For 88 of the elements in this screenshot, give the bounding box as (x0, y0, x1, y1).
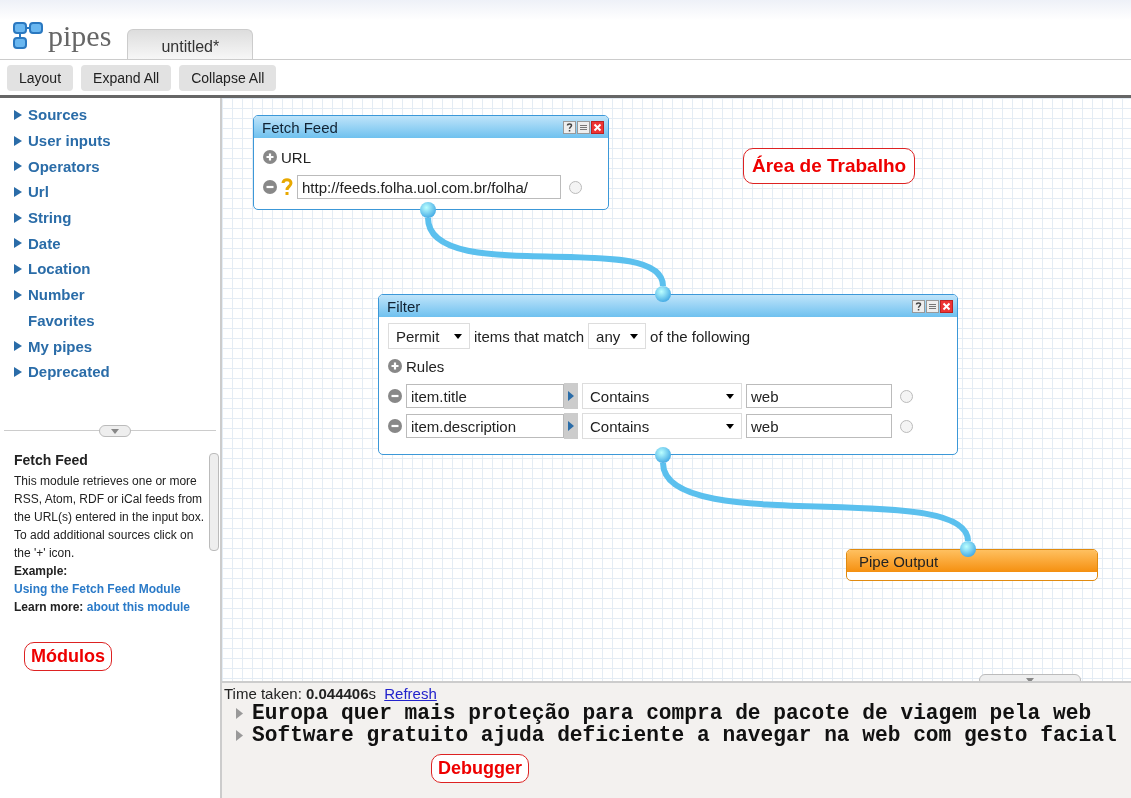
module-panel[interactable]: Pipe Output (846, 549, 1098, 581)
field-picker-icon[interactable] (564, 383, 578, 409)
expand-icon (14, 263, 22, 274)
feed-item-title[interactable]: Europa quer mais proteção para compra de pacote de viagem pela web (252, 702, 1092, 724)
url-field[interactable]: http://feeds.folha.uol.com.br/folha/ (297, 175, 561, 199)
example-label: Example: (14, 564, 68, 578)
collapse-handle[interactable] (99, 425, 131, 437)
rule-field[interactable]: item.description (406, 414, 564, 438)
toolbar-button[interactable]: Layout (7, 64, 74, 91)
caret-icon (630, 333, 639, 339)
expand-icon[interactable] (236, 707, 243, 719)
annotation-label: Área de Trabalho (743, 148, 916, 184)
add-icon[interactable] (388, 359, 402, 373)
category-item[interactable]: User inputs (14, 127, 220, 154)
help-link[interactable]: Using the Fetch Feed Module (14, 580, 181, 598)
help-icon[interactable] (563, 120, 576, 134)
category-item[interactable]: Deprecated (14, 358, 220, 385)
expand-icon (14, 212, 22, 223)
category-item[interactable]: Favorites (14, 307, 220, 334)
expand-icon (14, 109, 22, 120)
remove-icon[interactable] (263, 180, 277, 194)
remove-icon[interactable] (388, 419, 402, 433)
add-icon[interactable] (263, 150, 277, 164)
logo-icon (12, 21, 46, 51)
annotation-label: Debugger (431, 754, 529, 783)
category-item[interactable]: Date (14, 230, 220, 257)
toolbar-button[interactable]: Expand All (81, 64, 172, 91)
expand-icon (14, 135, 22, 146)
expand-icon (14, 341, 22, 352)
caret-icon (726, 423, 734, 429)
category-item[interactable]: String (14, 204, 220, 231)
input-port-icon[interactable] (569, 180, 582, 194)
tab[interactable]: untitled* (127, 29, 254, 59)
field-label: Rules (406, 357, 445, 375)
remove-icon[interactable] (388, 389, 402, 403)
input-port-icon[interactable] (900, 419, 913, 433)
category-item[interactable]: Operators (14, 153, 220, 180)
module-title: Filter (387, 297, 421, 315)
refresh-link[interactable]: Refresh (384, 685, 437, 702)
expand-icon (14, 366, 22, 377)
close-icon[interactable] (591, 120, 604, 134)
module-title: Fetch Feed (262, 118, 338, 136)
help-icon[interactable] (912, 299, 925, 313)
caret-icon (726, 393, 734, 399)
annotation-label: Módulos (24, 642, 112, 671)
caret-icon (454, 333, 462, 339)
question-icon (281, 178, 293, 196)
module-panel[interactable]: Fetch Feed URL http://feeds.folha.uol.com.br/folha/ (253, 115, 609, 210)
toolbar-button[interactable]: Collapse All (179, 64, 277, 91)
category-item[interactable]: Location (14, 256, 220, 282)
field-label: URL (281, 148, 311, 166)
filter-text: items that match (474, 327, 585, 345)
operator-dropdown[interactable]: Contains (582, 383, 742, 409)
expand-icon (14, 289, 22, 300)
category-item[interactable]: Number (14, 281, 220, 308)
minimize-icon[interactable] (926, 299, 939, 313)
close-icon[interactable] (940, 299, 953, 313)
input-port-icon[interactable] (960, 541, 976, 557)
learn-more-label: Learn more: (14, 600, 84, 614)
input-port-icon[interactable] (900, 389, 913, 403)
rule-value-field[interactable]: web (746, 384, 892, 408)
output-port-icon[interactable] (420, 202, 436, 218)
category-item[interactable]: My pipes (14, 333, 220, 359)
module-title: Pipe Output (859, 552, 939, 570)
field-picker-icon[interactable] (564, 413, 578, 439)
match-dropdown[interactable]: any (588, 323, 647, 349)
logo-text: pipes (48, 21, 112, 51)
operator-dropdown[interactable]: Contains (582, 413, 742, 439)
expand-icon (14, 186, 22, 197)
filter-text: of the following (650, 327, 751, 345)
input-port-icon[interactable] (655, 286, 671, 302)
category-item[interactable]: Sources (14, 102, 220, 128)
time-label: Time taken: 0.044406s (224, 685, 377, 702)
expand-icon (14, 161, 22, 172)
help-link[interactable]: about this module (86, 600, 191, 614)
rule-value-field[interactable]: web (746, 414, 892, 438)
expand-icon (14, 238, 22, 249)
minimize-icon[interactable] (577, 120, 590, 134)
help-text: This module retrieves one or more RSS, Atom, RDF or iCal feeds from the URL(s) entered in the input box. To add additional sources click on the '+' icon. (14, 473, 206, 562)
resize-handle[interactable] (209, 453, 219, 551)
help-title: Fetch Feed (14, 451, 89, 469)
module-panel[interactable]: Filter Permit items that match any of the following Rules item.title Contains web item.description Contains web (378, 294, 958, 455)
output-port-icon[interactable] (655, 447, 671, 463)
feed-item-title[interactable]: Software gratuito ajuda deficiente a navegar na web com gesto facial (252, 724, 1117, 746)
category-item[interactable]: Url (14, 179, 220, 205)
expand-icon[interactable] (236, 729, 243, 741)
mode-dropdown[interactable]: Permit (388, 323, 470, 349)
rule-field[interactable]: item.title (406, 384, 564, 408)
